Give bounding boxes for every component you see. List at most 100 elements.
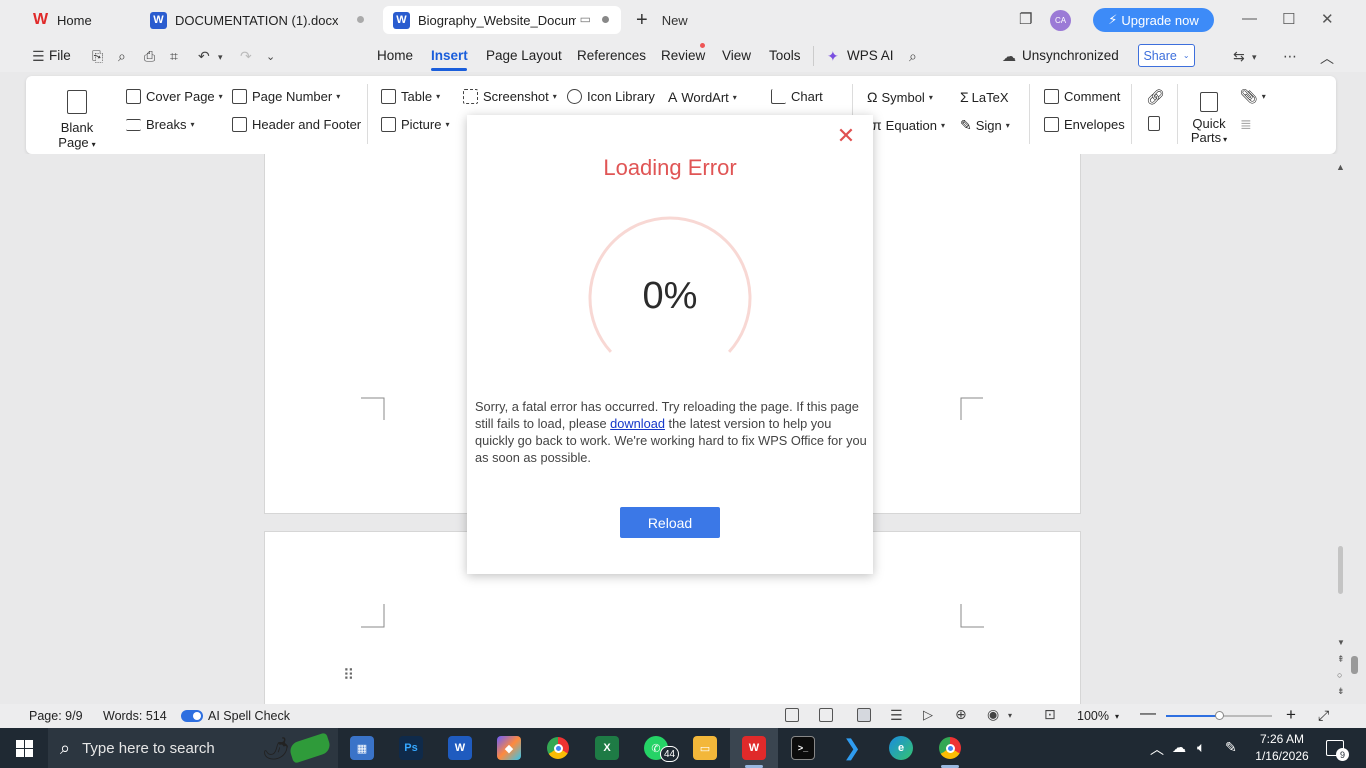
excel-icon[interactable]: X	[595, 736, 619, 760]
new-tab-button[interactable]: + New	[636, 6, 688, 34]
wps-office-taskbar-icon[interactable]: W	[742, 736, 766, 760]
chevron-down-icon[interactable]: ▾	[1252, 52, 1257, 63]
print-preview-icon[interactable]: ⌗	[170, 48, 178, 65]
picture-button[interactable]: Picture ▾	[381, 117, 449, 132]
speaker-icon[interactable]: 🔈︎	[1197, 739, 1205, 756]
chart-button[interactable]: Chart	[771, 89, 823, 104]
onedrive-cloud-icon[interactable]: ☁	[1172, 739, 1186, 756]
list-view-icon[interactable]: ☰	[890, 707, 903, 724]
previous-page-icon[interactable]: ⇞	[1337, 654, 1345, 665]
page-number-button[interactable]: Page Number ▾	[232, 89, 340, 104]
minimize-button[interactable]: —	[1242, 10, 1257, 27]
word-icon[interactable]: W	[448, 736, 472, 760]
more-chevron-down-icon[interactable]: ⌄	[266, 50, 275, 63]
breaks-button[interactable]: Breaks ▾	[126, 117, 194, 132]
reading-mode-icon[interactable]	[785, 708, 799, 722]
fullscreen-icon[interactable]: ⤢	[1318, 707, 1329, 724]
menu-review[interactable]: Review	[661, 48, 705, 63]
menu-page-layout[interactable]: Page Layout	[486, 48, 562, 63]
maximize-button[interactable]: ☐	[1282, 10, 1295, 28]
blank-page-button[interactable]: Blank Page ▾	[42, 90, 112, 150]
word-count[interactable]: Words: 514	[103, 709, 167, 723]
zoom-in-icon[interactable]: +	[1286, 705, 1296, 725]
layout-switch-icon[interactable]: ⇆	[1233, 48, 1245, 65]
undo-icon[interactable]: ↶	[198, 48, 210, 65]
ai-spell-check-toggle[interactable]	[181, 710, 203, 722]
chrome-profile-icon[interactable]	[938, 736, 962, 760]
web-layout-globe-icon[interactable]: ⊕	[955, 706, 967, 723]
comment-button[interactable]: Comment	[1044, 89, 1120, 104]
equation-button[interactable]: π Equation ▾	[872, 117, 945, 133]
download-link[interactable]: download	[610, 416, 665, 431]
reload-button[interactable]: Reload	[620, 507, 720, 538]
fit-page-icon[interactable]: ⊡	[1044, 706, 1056, 723]
chrome-icon[interactable]	[546, 736, 570, 760]
menu-home[interactable]: Home	[377, 48, 413, 63]
scroll-down-icon[interactable]: ▼	[1337, 638, 1345, 647]
vertical-scrollbar-thumb[interactable]	[1351, 656, 1358, 674]
share-button[interactable]: Share ⌄	[1138, 44, 1195, 67]
attachment-button[interactable]: 📎︎ ▾	[1240, 88, 1266, 105]
hyperlink-button[interactable]: 🔗︎	[1146, 88, 1165, 106]
scroll-up-icon[interactable]: ▲	[1336, 162, 1345, 172]
sign-button[interactable]: ✎ Sign ▾	[960, 117, 1010, 134]
calculator-icon[interactable]: ▦	[350, 736, 374, 760]
export-icon[interactable]: ⌕	[118, 48, 126, 65]
close-icon[interactable]: ✕	[835, 125, 857, 147]
header-footer-button[interactable]: Header and Footer	[232, 117, 361, 132]
quick-parts-button[interactable]: Quick Parts ▾	[1186, 92, 1232, 145]
terminal-icon[interactable]: >_	[791, 736, 815, 760]
play-icon[interactable]: ▷	[923, 707, 933, 723]
sync-status[interactable]: Unsynchronized	[1022, 48, 1119, 63]
window-layout-icon[interactable]: ❐	[1019, 10, 1032, 28]
menu-insert[interactable]: Insert	[431, 48, 468, 63]
bookmark-button[interactable]	[1148, 116, 1165, 131]
table-button[interactable]: Table ▾	[381, 89, 440, 104]
tab-documentation[interactable]: W DOCUMENTATION (1).docx	[140, 6, 376, 34]
zoom-level[interactable]: 100%	[1077, 709, 1109, 723]
redo-icon[interactable]: ↷	[240, 48, 252, 65]
edge-icon[interactable]: e	[889, 736, 913, 760]
menu-wps-ai[interactable]: WPS AI	[847, 48, 894, 63]
drag-handle-icon[interactable]: ⠿	[343, 666, 354, 684]
eye-protection-icon[interactable]: ◉	[987, 706, 999, 723]
zoom-out-icon[interactable]: —	[1140, 705, 1156, 723]
outline-mode-icon[interactable]	[819, 708, 833, 722]
cover-page-button[interactable]: Cover Page ▾	[126, 89, 223, 104]
page-scroll-thumb[interactable]	[1338, 546, 1343, 594]
icon-library-button[interactable]: Icon Library	[567, 89, 655, 104]
tab-home[interactable]: W Home	[22, 6, 132, 34]
photoshop-icon[interactable]: Ps	[399, 736, 423, 760]
symbol-button[interactable]: Ω Symbol ▾	[867, 89, 933, 105]
text-direction-button[interactable]: ≣	[1240, 116, 1252, 133]
tab-biography[interactable]: W Biography_Website_Documen ▭	[383, 6, 621, 34]
file-explorer-icon[interactable]: ▭	[693, 736, 717, 760]
tray-chevron-up-icon[interactable]: ︿	[1150, 739, 1164, 759]
save-icon[interactable]: ⎘	[92, 48, 103, 65]
vscode-icon[interactable]: ❯	[840, 735, 864, 760]
zoom-dropdown-icon[interactable]: ▾	[1115, 712, 1119, 721]
print-icon[interactable]: ⎙	[144, 48, 155, 65]
windows-start-icon[interactable]	[16, 740, 33, 757]
screenshot-button[interactable]: Screenshot ▾	[463, 89, 557, 104]
zoom-slider-knob[interactable]	[1215, 711, 1224, 720]
select-browse-object-icon[interactable]: ○	[1337, 670, 1342, 680]
menu-view[interactable]: View	[722, 48, 751, 63]
vertical-scrollbar[interactable]	[1348, 154, 1366, 704]
collapse-ribbon-icon[interactable]: ︿	[1320, 48, 1334, 68]
notification-center-icon[interactable]: 9	[1326, 740, 1349, 761]
upgrade-button[interactable]: ⚡ Upgrade now	[1093, 8, 1214, 32]
envelopes-button[interactable]: Envelopes	[1044, 117, 1125, 132]
pen-workspace-icon[interactable]: ✎	[1225, 739, 1237, 756]
more-options-icon[interactable]: ⋯	[1283, 48, 1297, 65]
close-window-button[interactable]: ✕	[1321, 10, 1334, 28]
page-mode-icon[interactable]	[857, 708, 871, 722]
taskbar-clock[interactable]: 7:26 AM 1/16/2026	[1252, 731, 1312, 765]
hamburger-icon[interactable]: ☰	[32, 48, 45, 65]
menu-tools[interactable]: Tools	[769, 48, 801, 63]
menu-file[interactable]: File	[49, 48, 71, 63]
page-indicator[interactable]: Page: 9/9	[29, 709, 83, 723]
menu-references[interactable]: References	[577, 48, 646, 63]
undo-dropdown-icon[interactable]: ▾	[218, 52, 223, 63]
search-icon[interactable]: ⌕	[909, 48, 917, 65]
